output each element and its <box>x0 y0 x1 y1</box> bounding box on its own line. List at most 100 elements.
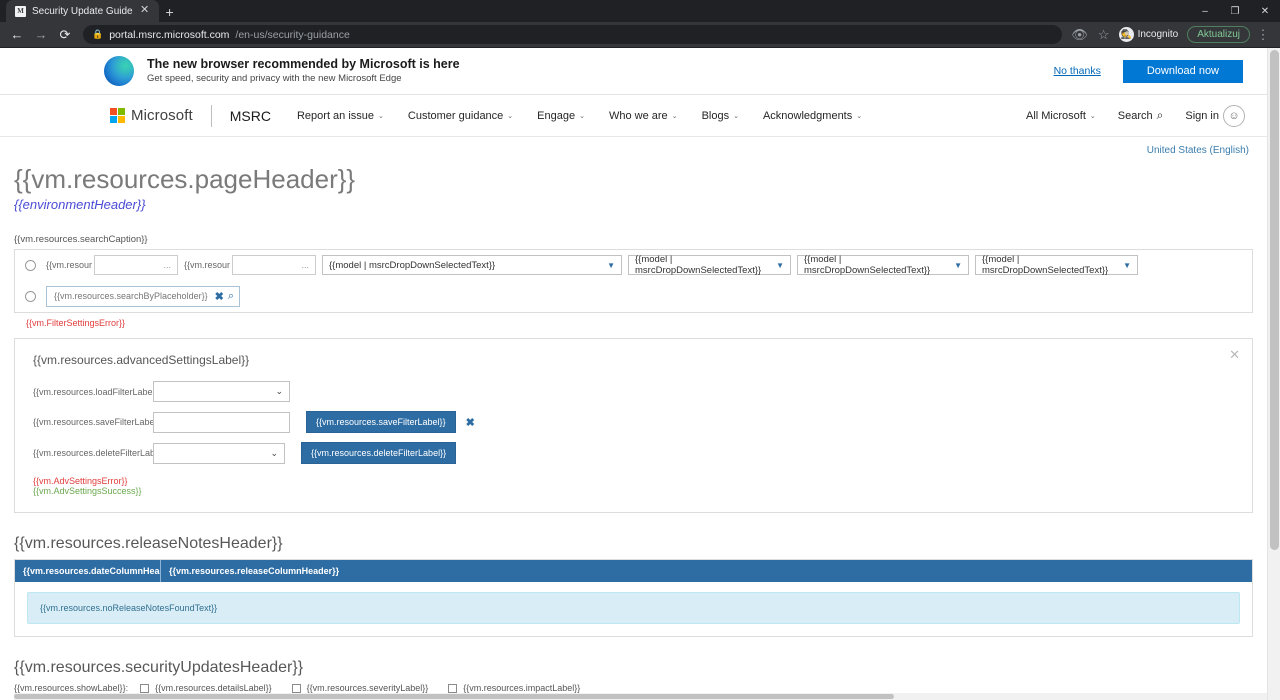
page-content: The new browser recommended by Microsoft… <box>0 48 1267 700</box>
page-viewport: The new browser recommended by Microsoft… <box>0 48 1280 700</box>
minimize-icon[interactable]: – <box>1190 0 1220 22</box>
nav-item-report-an-issue[interactable]: Report an issue ⌄ <box>297 110 384 122</box>
tab-favicon-icon: M <box>15 5 26 17</box>
download-now-button[interactable]: Download now <box>1122 59 1243 83</box>
promo-title: The new browser recommended by Microsoft… <box>147 57 460 71</box>
chevron-down-icon: ▼ <box>1123 260 1131 270</box>
date-to-input[interactable]: ... <box>232 255 316 275</box>
update-button[interactable]: Aktualizuj <box>1187 26 1250 43</box>
save-filter-button[interactable]: {{vm.resources.saveFilterLabel}} <box>306 411 456 433</box>
dropdown-filter-3[interactable]: {{model | msrcDropDownSelectedText}} ▼ <box>797 254 969 276</box>
sign-in-button[interactable]: Sign in ☺ <box>1185 104 1245 127</box>
checkbox-severity-label: {{vm.resources.severityLabel}} <box>306 683 429 693</box>
save-filter-input[interactable] <box>153 411 290 433</box>
incognito-icon: 🕵 <box>1118 27 1134 42</box>
browser-menu-icon[interactable]: ⋮ <box>1252 24 1274 46</box>
clear-search-icon[interactable]: ✖ <box>215 290 224 303</box>
search-input[interactable]: {{vm.resources.searchByPlaceholder}} ✖ ⌕ <box>46 285 240 307</box>
bookmark-star-icon[interactable]: ☆ <box>1093 24 1115 46</box>
browser-tab[interactable]: M Security Update Guide ✕ <box>6 0 159 22</box>
browser-toolbar: ← → ⟳ 🔒 portal.msrc.microsoft.com /en-us… <box>0 22 1280 48</box>
chevron-down-icon: ▼ <box>776 260 784 270</box>
chevron-down-icon: ⌄ <box>270 447 278 458</box>
microsoft-logo[interactable]: Microsoft <box>110 107 193 124</box>
browser-window: M Security Update Guide ✕ + – ❐ ✕ ← → ⟳ … <box>0 0 1280 700</box>
date-to-label: {{vm.resour <box>184 260 231 270</box>
close-tab-icon[interactable]: ✕ <box>139 5 151 17</box>
search-icon[interactable]: ⌕ <box>228 290 234 303</box>
release-notes-table-header: {{vm.resources.dateColumnHeader}} {{vm.r… <box>15 560 1252 582</box>
vertical-scrollbar[interactable] <box>1267 48 1280 700</box>
search-caption: {{vm.resources.searchCaption}} <box>14 234 148 245</box>
dismiss-icon[interactable]: ✖ <box>466 416 475 429</box>
chevron-down-icon: ⌄ <box>275 386 283 396</box>
column-header-date[interactable]: {{vm.resources.dateColumnHeader}} <box>15 560 161 582</box>
nav-item-label: Customer guidance <box>407 109 504 122</box>
nav-item-customer-guidance[interactable]: Customer guidance ⌄ <box>408 110 513 122</box>
search-button[interactable]: Search ⌕ <box>1118 108 1164 123</box>
incognito-indicator[interactable]: 🕵 Incognito <box>1117 26 1186 43</box>
checkbox-severity[interactable] <box>291 683 301 693</box>
horizontal-scrollbar-thumb[interactable] <box>14 694 894 699</box>
search-label: Search <box>1117 109 1153 122</box>
nav-item-blogs[interactable]: Blogs ⌄ <box>702 110 739 122</box>
checkbox-details[interactable] <box>140 683 150 693</box>
extension-icon[interactable]: 👁 <box>1069 24 1091 46</box>
sign-in-label: Sign in <box>1185 109 1219 122</box>
nav-item-label: Acknowledgments <box>762 109 853 122</box>
dropdown-filter-4[interactable]: {{model | msrcDropDownSelectedText}} ▼ <box>975 254 1138 276</box>
load-filter-select[interactable]: ⌄ <box>153 381 290 402</box>
forward-icon[interactable]: → <box>30 24 52 46</box>
advanced-settings-success: {{vm.AdvSettingsSuccess}} <box>33 486 142 496</box>
close-icon[interactable]: ✕ <box>1229 347 1240 363</box>
nav-item-who-we-are[interactable]: Who we are ⌄ <box>609 110 678 122</box>
all-microsoft-label: All Microsoft <box>1025 109 1086 122</box>
url-host: portal.msrc.microsoft.com <box>109 28 230 41</box>
new-tab-icon[interactable]: + <box>159 2 181 22</box>
date-from-label: {{vm.resour <box>46 260 93 270</box>
promo-text-group: The new browser recommended by Microsoft… <box>147 57 1054 85</box>
chevron-down-icon: ⌄ <box>1089 112 1096 120</box>
show-label: {{vm.resources.showLabel}}: <box>14 683 129 693</box>
locale-selector[interactable]: United States (English) <box>14 137 1253 156</box>
address-bar[interactable]: 🔒 portal.msrc.microsoft.com /en-us/secur… <box>83 25 1062 44</box>
no-thanks-link[interactable]: No thanks <box>1054 65 1101 77</box>
date-from-input[interactable]: ... <box>94 255 178 275</box>
checkbox-impact[interactable] <box>448 683 458 693</box>
maximize-icon[interactable]: ❐ <box>1220 0 1250 22</box>
reload-icon[interactable]: ⟳ <box>54 24 76 46</box>
radio-date-filter[interactable] <box>25 259 36 271</box>
delete-filter-select[interactable]: ⌄ <box>153 442 285 464</box>
dropdown-filter-1[interactable]: {{model | msrcDropDownSelectedText}} ▼ <box>322 255 622 275</box>
lock-icon: 🔒 <box>92 29 104 39</box>
close-window-icon[interactable]: ✕ <box>1250 0 1280 22</box>
release-notes-table-body: {{vm.resources.noReleaseNotesFoundText}} <box>15 582 1252 636</box>
nav-item-acknowledgments[interactable]: Acknowledgments ⌄ <box>763 110 862 122</box>
filter-panel: {{vm.resour ... {{vm.resour ... {{model … <box>14 249 1253 313</box>
all-microsoft-menu[interactable]: All Microsoft ⌄ <box>1026 110 1096 122</box>
vertical-scrollbar-thumb[interactable] <box>1270 50 1279 550</box>
checkbox-impact-label: {{vm.resources.impactLabel}} <box>463 683 581 693</box>
microsoft-navbar: Microsoft MSRC Report an issue ⌄ Custome… <box>0 95 1267 137</box>
checkbox-details-label: {{vm.resources.detailsLabel}} <box>155 683 272 693</box>
nav-item-engage[interactable]: Engage ⌄ <box>537 110 585 122</box>
back-icon[interactable]: ← <box>6 24 28 46</box>
dropdown-value: {{model | msrcDropDownSelectedText}} <box>804 254 931 276</box>
delete-filter-button[interactable]: {{vm.resources.deleteFilterLabel}} <box>301 442 457 464</box>
radio-search-filter[interactable] <box>25 290 36 302</box>
dropdown-filter-2[interactable]: {{model | msrcDropDownSelectedText}} ▼ <box>628 254 791 276</box>
chevron-down-icon: ▼ <box>954 260 962 270</box>
save-filter-label: {{vm.resources.saveFilterLabel}} <box>33 417 163 427</box>
horizontal-scrollbar[interactable] <box>14 693 1267 700</box>
msrc-brand[interactable]: MSRC <box>230 108 271 124</box>
chevron-down-icon: ⌄ <box>507 112 514 120</box>
column-header-release[interactable]: {{vm.resources.releaseColumnHeader}} <box>161 560 1252 582</box>
dropdown-value: {{model | msrcDropDownSelectedText}} <box>329 259 496 271</box>
advanced-settings-error: {{vm.AdvSettingsError}} <box>33 476 128 486</box>
url-path: /en-us/security-guidance <box>235 28 350 41</box>
tab-strip: M Security Update Guide ✕ + – ❐ ✕ <box>0 0 1280 22</box>
delete-filter-label: {{vm.resources.deleteFilterLabel}} <box>33 448 169 458</box>
dropdown-value: {{model | msrcDropDownSelectedText}} <box>982 254 1109 276</box>
load-filter-label: {{vm.resources.loadFilterLabel}} <box>33 386 161 397</box>
main-content: United States (English) {{vm.resources.p… <box>0 137 1267 693</box>
